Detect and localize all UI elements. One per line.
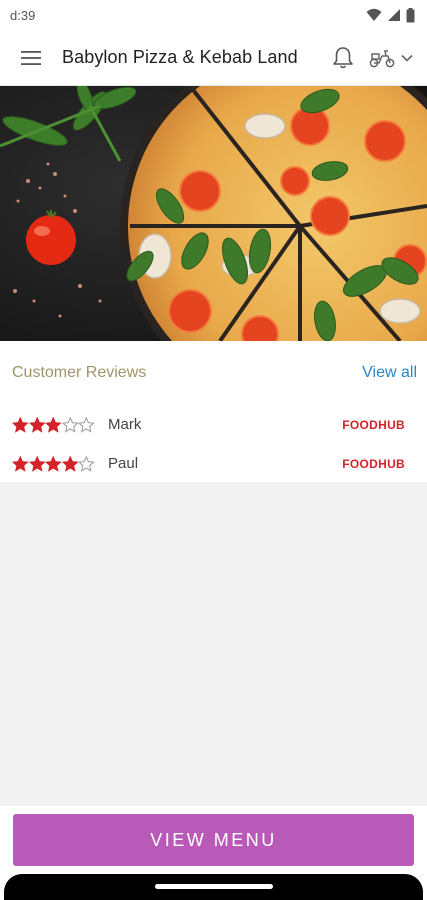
review-source-logo: FOODHUB <box>342 417 405 432</box>
app-bar: Babylon Pizza & Kebab Land <box>0 30 427 86</box>
reviews-title: Customer Reviews <box>12 364 147 381</box>
order-mode-selector[interactable] <box>363 30 427 86</box>
reviewer-name: Paul <box>108 455 139 472</box>
chevron-down-icon <box>401 54 413 62</box>
page-title: Babylon Pizza & Kebab Land <box>62 47 298 67</box>
review-source-logo: FOODHUB <box>342 456 405 471</box>
star-filled-icon <box>12 455 29 472</box>
wifi-icon <box>366 8 382 21</box>
reviews-header: Customer Reviews View all <box>0 341 427 405</box>
star-filled-icon <box>45 416 62 433</box>
review-row[interactable]: Mark FOODHUB <box>0 405 427 444</box>
star-filled-icon <box>45 455 62 472</box>
status-icons <box>366 7 415 23</box>
status-bar: d:39 <box>0 0 427 30</box>
star-filled-icon <box>61 455 78 472</box>
review-row[interactable]: Paul FOODHUB <box>0 444 427 483</box>
home-gesture-handle[interactable] <box>155 884 273 889</box>
status-time: d:39 <box>10 7 36 23</box>
rating-stars <box>12 455 108 472</box>
reviewer-name: Mark <box>108 416 142 433</box>
view-menu-button[interactable]: VIEW MENU <box>13 814 414 866</box>
delivery-scooter-icon <box>369 49 395 67</box>
battery-icon <box>406 7 415 22</box>
star-filled-icon <box>12 416 29 433</box>
star-empty-icon <box>78 455 95 472</box>
review-list: Mark FOODHUB Paul FOODHUB <box>0 405 427 483</box>
star-filled-icon <box>28 455 45 472</box>
menu-button[interactable] <box>0 30 62 86</box>
bell-icon <box>333 46 353 68</box>
notifications-button[interactable] <box>323 30 363 86</box>
star-empty-icon <box>78 416 95 433</box>
hero-image <box>0 86 427 341</box>
rating-stars <box>12 416 108 433</box>
pizza-image <box>0 86 427 341</box>
star-filled-icon <box>28 416 45 433</box>
customer-reviews-section: Customer Reviews View all Mark FOODHUB Pau… <box>0 341 427 482</box>
signal-icon <box>388 9 400 21</box>
star-empty-icon <box>61 416 78 433</box>
hamburger-menu-icon <box>21 50 41 65</box>
view-all-link[interactable]: View all <box>362 364 417 382</box>
